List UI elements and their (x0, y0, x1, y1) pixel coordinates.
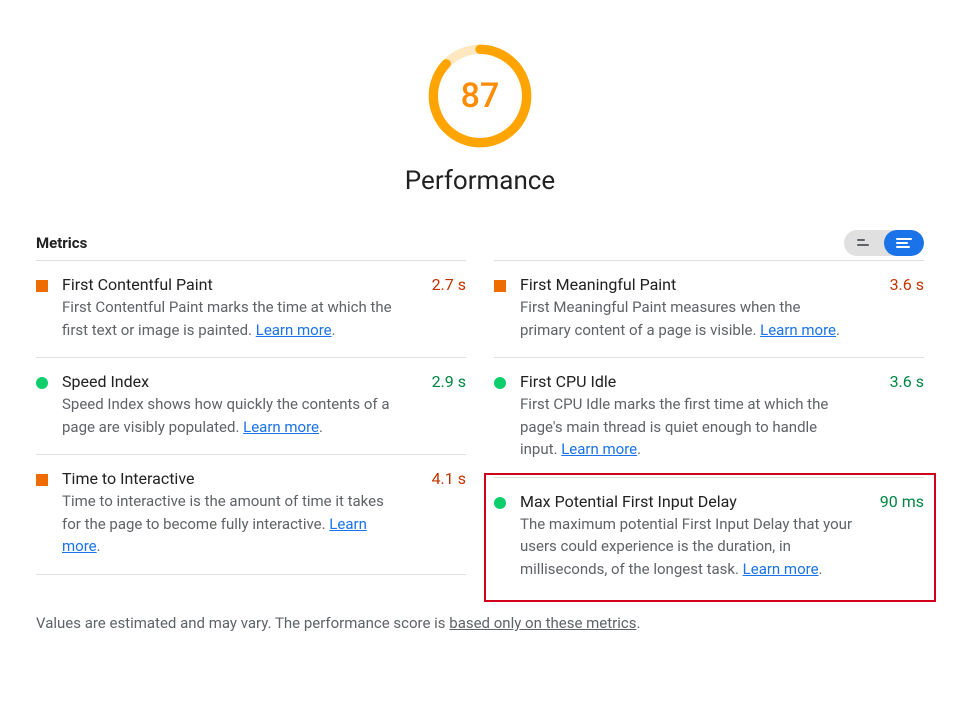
metric-value: 2.7 s (432, 275, 466, 294)
compact-view-button[interactable] (844, 230, 884, 256)
metric-value: 3.6 s (890, 372, 924, 391)
metric-title: First Contentful Paint (62, 275, 396, 294)
learn-more-link[interactable]: Learn more (62, 515, 367, 556)
learn-more-link[interactable]: Learn more (561, 440, 637, 458)
highlighted-metric: Max Potential First Input Delay The maxim… (494, 477, 924, 597)
footnote-post: . (636, 614, 640, 632)
metric-value: 3.6 s (890, 275, 924, 294)
metric-body: First Meaningful Paint First Meaningful P… (520, 275, 924, 341)
metric-title: Speed Index (62, 372, 396, 391)
metric-description: The maximum potential First Input Delay … (520, 513, 854, 581)
metric-row: Speed Index Speed Index shows how quickly… (36, 357, 466, 454)
score-gauge-ring: 87 (424, 40, 536, 152)
status-dot-good-icon (36, 377, 48, 389)
metrics-label: Metrics (36, 234, 87, 252)
metric-title: First CPU Idle (520, 372, 854, 391)
metric-body: First Contentful Paint First Contentful P… (62, 275, 466, 341)
metric-body: Time to Interactive Time to interactive i… (62, 469, 466, 558)
status-dot-good-icon (494, 377, 506, 389)
learn-more-link[interactable]: Learn more (743, 560, 819, 578)
metric-body: Speed Index Speed Index shows how quickly… (62, 372, 466, 438)
metric-title: First Meaningful Paint (520, 275, 854, 294)
metrics-column-left: First Contentful Paint First Contentful P… (36, 260, 466, 596)
view-toggle[interactable] (844, 230, 924, 256)
score-gauge: 87 Performance (36, 40, 924, 196)
status-dot-average-icon (36, 474, 48, 486)
metric-description: First CPU Idle marks the first time at w… (520, 393, 854, 461)
status-dot-good-icon (494, 497, 506, 509)
footnote-pre: Values are estimated and may vary. The p… (36, 614, 449, 632)
metric-body: Max Potential First Input Delay The maxim… (520, 492, 924, 581)
metric-value: 90 ms (880, 492, 924, 511)
metric-row: First CPU Idle First CPU Idle marks the f… (494, 357, 924, 477)
metric-description: Speed Index shows how quickly the conten… (62, 393, 396, 438)
metric-title: Time to Interactive (62, 469, 396, 488)
metric-row: Max Potential First Input Delay The maxim… (494, 477, 924, 597)
metric-row: First Contentful Paint First Contentful P… (36, 260, 466, 357)
metric-description: First Contentful Paint marks the time at… (62, 296, 396, 341)
learn-more-link[interactable]: Learn more (243, 418, 319, 436)
metrics-header-row: Metrics (36, 230, 924, 256)
footnote: Values are estimated and may vary. The p… (36, 614, 924, 632)
metric-description: First Meaningful Paint measures when the… (520, 296, 854, 341)
expanded-view-button[interactable] (884, 230, 924, 256)
footnote-link[interactable]: based only on these metrics (449, 614, 636, 632)
metric-title: Max Potential First Input Delay (520, 492, 854, 511)
metric-value: 2.9 s (432, 372, 466, 391)
gauge-title: Performance (405, 166, 555, 196)
metrics-columns: First Contentful Paint First Contentful P… (36, 260, 924, 596)
score-value: 87 (424, 40, 536, 152)
performance-report: 87 Performance Metrics First Contentful … (0, 0, 960, 652)
status-dot-average-icon (36, 280, 48, 292)
metric-value: 4.1 s (432, 469, 466, 488)
learn-more-link[interactable]: Learn more (256, 321, 332, 339)
metric-body: First CPU Idle First CPU Idle marks the f… (520, 372, 924, 461)
learn-more-link[interactable]: Learn more (760, 321, 836, 339)
metric-row: Time to Interactive Time to interactive i… (36, 454, 466, 575)
metric-row: First Meaningful Paint First Meaningful P… (494, 260, 924, 357)
metrics-column-right: First Meaningful Paint First Meaningful P… (494, 260, 924, 596)
status-dot-average-icon (494, 280, 506, 292)
metric-description: Time to interactive is the amount of tim… (62, 490, 396, 558)
